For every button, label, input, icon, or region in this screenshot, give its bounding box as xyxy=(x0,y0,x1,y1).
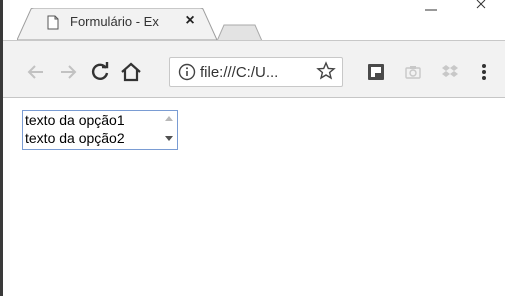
info-icon[interactable] xyxy=(178,63,196,81)
list-option-1[interactable]: texto da opção1 xyxy=(25,111,125,129)
bookmark-star-icon[interactable] xyxy=(316,61,336,81)
forward-icon[interactable] xyxy=(57,61,79,83)
page-icon xyxy=(47,15,59,30)
extension-flag-icon[interactable] xyxy=(367,63,385,81)
page-content: texto da opção1 texto da opção2 xyxy=(3,99,505,296)
tab-title: Formulário - Ex xyxy=(70,14,159,29)
scroll-down-icon[interactable] xyxy=(165,136,173,141)
browser-toolbar: file:///C:/U... xyxy=(3,40,505,98)
minimize-icon[interactable] xyxy=(423,0,439,12)
back-icon[interactable] xyxy=(25,61,47,83)
address-bar[interactable]: file:///C:/U... xyxy=(169,57,343,87)
select-listbox[interactable]: texto da opção1 texto da opção2 xyxy=(22,110,178,150)
scroll-up-icon[interactable] xyxy=(165,116,173,121)
menu-dots-icon[interactable] xyxy=(479,61,489,83)
url-text[interactable]: file:///C:/U... xyxy=(200,64,278,81)
close-window-icon[interactable] xyxy=(473,0,489,12)
list-option-2[interactable]: texto da opção2 xyxy=(25,129,125,147)
tab-close-icon[interactable]: × xyxy=(181,12,199,30)
dropbox-icon[interactable] xyxy=(441,63,459,81)
browser-window: Formulário - Ex × file:///C:/U... texto … xyxy=(0,0,505,296)
home-icon[interactable] xyxy=(120,61,142,83)
listbox-scrollbar[interactable] xyxy=(160,111,177,149)
reload-icon[interactable] xyxy=(89,61,111,83)
camera-icon[interactable] xyxy=(404,63,422,81)
